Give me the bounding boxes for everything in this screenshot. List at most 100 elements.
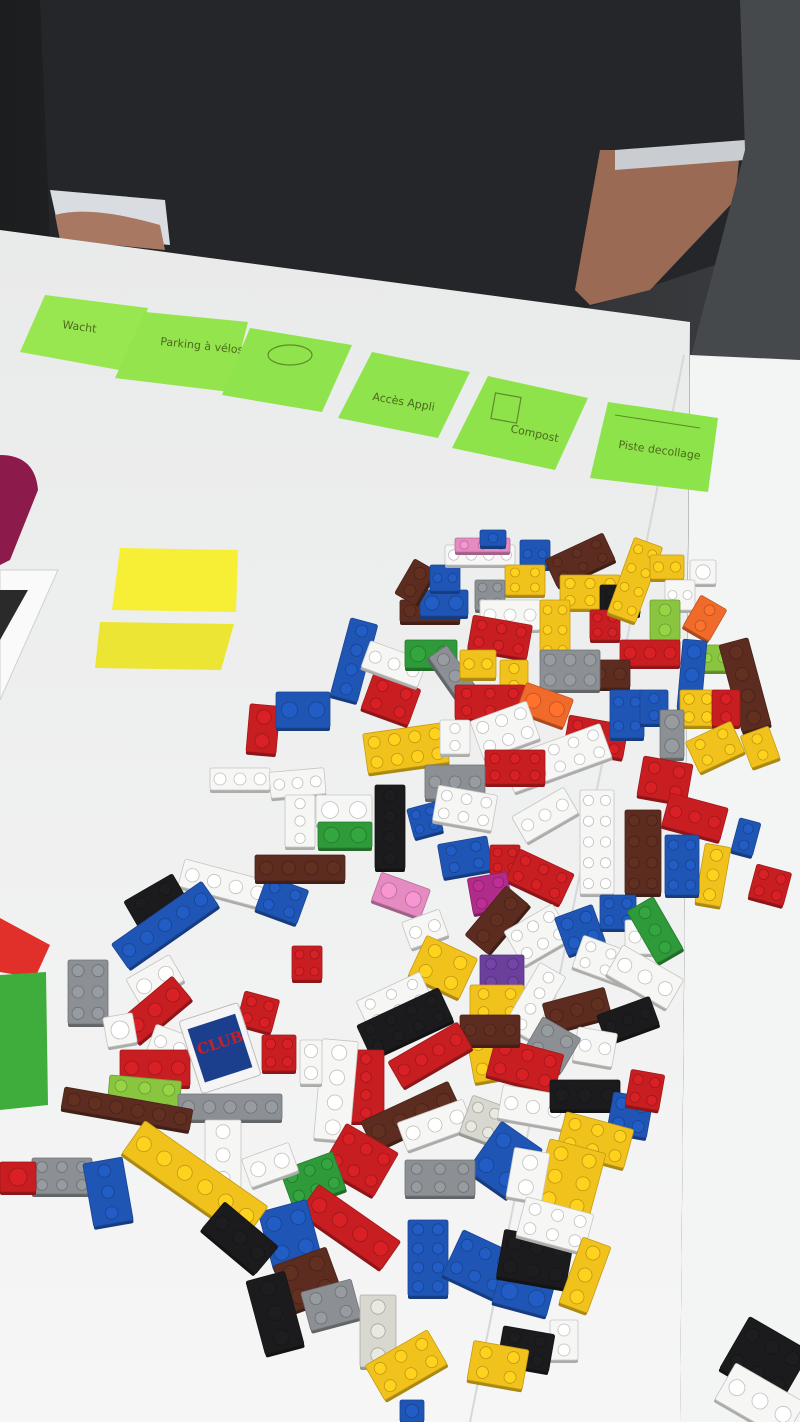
lego-brick [649, 554, 685, 582]
lego-brick [102, 1012, 138, 1051]
lego-brick [439, 719, 471, 757]
lego-stud [658, 603, 672, 617]
lego-brick [659, 709, 685, 761]
lego-stud [91, 985, 105, 999]
lego-stud [304, 860, 319, 876]
lego-stud [646, 835, 658, 848]
lego-stud [483, 1023, 497, 1037]
lego-brick [539, 649, 601, 693]
lego-stud [309, 966, 320, 977]
lego-stud [264, 1038, 276, 1050]
lego-brick [399, 1399, 425, 1422]
lego-stud [583, 857, 595, 869]
yellow-sticky-pad-base [95, 622, 234, 670]
lego-brick [649, 599, 681, 643]
lego-brick [504, 564, 546, 598]
lego-stud [508, 663, 520, 675]
lego-stud [459, 540, 469, 550]
lego-stud [522, 549, 533, 559]
lego-stud [683, 693, 695, 705]
lego-brick [624, 1069, 665, 1114]
lego-stud [281, 1038, 293, 1050]
lego-brick-top [504, 564, 546, 596]
lego-stud [504, 988, 517, 1000]
lego-stud [213, 772, 227, 786]
lego-stud [360, 1089, 372, 1101]
lego-stud [264, 1056, 276, 1068]
lego-stud [592, 627, 603, 638]
lego-stud [434, 1163, 446, 1175]
lego-stud [600, 836, 612, 848]
lego-stud [321, 801, 339, 819]
lego-brick [291, 945, 323, 983]
lego-stud [530, 582, 540, 593]
lego-stud [603, 898, 615, 910]
lego-stud [215, 1124, 231, 1140]
lego-stud [244, 1100, 258, 1114]
lego-stud [411, 1242, 425, 1255]
lego-stud [370, 1323, 386, 1339]
lego-stud [259, 860, 274, 876]
lego-stud [36, 1179, 48, 1191]
lego-stud [349, 801, 367, 819]
lego-stud [510, 567, 520, 578]
lego-stud [431, 1242, 445, 1255]
lego-brick [0, 1161, 37, 1195]
lego-stud [564, 578, 576, 590]
lego-stud [326, 860, 341, 876]
lego-stud [484, 688, 496, 700]
lego-stud [667, 590, 678, 600]
lego-stud [91, 964, 105, 978]
lego-stud [461, 688, 473, 700]
lego-brick [609, 689, 645, 741]
lego-brick [31, 1157, 93, 1197]
lego-stud [71, 1006, 85, 1020]
lego-stud [583, 836, 595, 848]
lego-brick [479, 529, 507, 549]
lego-stud [350, 826, 367, 844]
lego-brick [67, 959, 109, 1027]
lego-stud [170, 1060, 186, 1076]
lego-brick [664, 834, 700, 898]
lego-stud [294, 966, 305, 977]
lego-stud [403, 604, 417, 618]
lego-stud [449, 740, 461, 752]
lego-brick [679, 689, 717, 729]
lego-stud [56, 1161, 68, 1173]
lego-stud [303, 1066, 318, 1081]
yellow-sticky-pad [112, 548, 238, 612]
lego-stud [510, 582, 520, 593]
lego-stud [542, 605, 553, 615]
lego-stud [653, 561, 665, 573]
lego-brick [299, 1039, 323, 1087]
lego-stud [646, 856, 658, 869]
lego-stud [577, 1087, 593, 1103]
lego-stud [410, 1181, 423, 1193]
lego-brick [549, 1319, 579, 1363]
lego-brick [374, 784, 406, 872]
lego-stud [670, 561, 682, 573]
lego-stud [695, 564, 711, 580]
lego-stud [202, 1100, 216, 1114]
lego-stud [542, 625, 553, 635]
lego-stud [477, 988, 490, 1000]
lego-stud [431, 1223, 445, 1236]
lego-stud [630, 720, 642, 732]
lego-stud [630, 696, 642, 708]
lego-stud [584, 595, 596, 607]
lego-brick [572, 1026, 618, 1070]
lego-stud [370, 1299, 386, 1315]
lego-stud [563, 653, 577, 667]
lego-stud [233, 772, 247, 786]
lego-brick [177, 1093, 283, 1123]
lego-stud [309, 775, 322, 788]
lego-stud [664, 738, 680, 754]
lego-stud [215, 1147, 231, 1163]
lego-stud [383, 851, 397, 866]
lego-stud [360, 1107, 372, 1119]
lego-stud [509, 753, 521, 765]
lego-stud [701, 693, 713, 705]
lego-workshop-photo: Wacht Parking à vélos Accès Appli Compos… [0, 0, 800, 1422]
lego-brick [407, 1219, 449, 1299]
lego-stud [613, 720, 625, 732]
